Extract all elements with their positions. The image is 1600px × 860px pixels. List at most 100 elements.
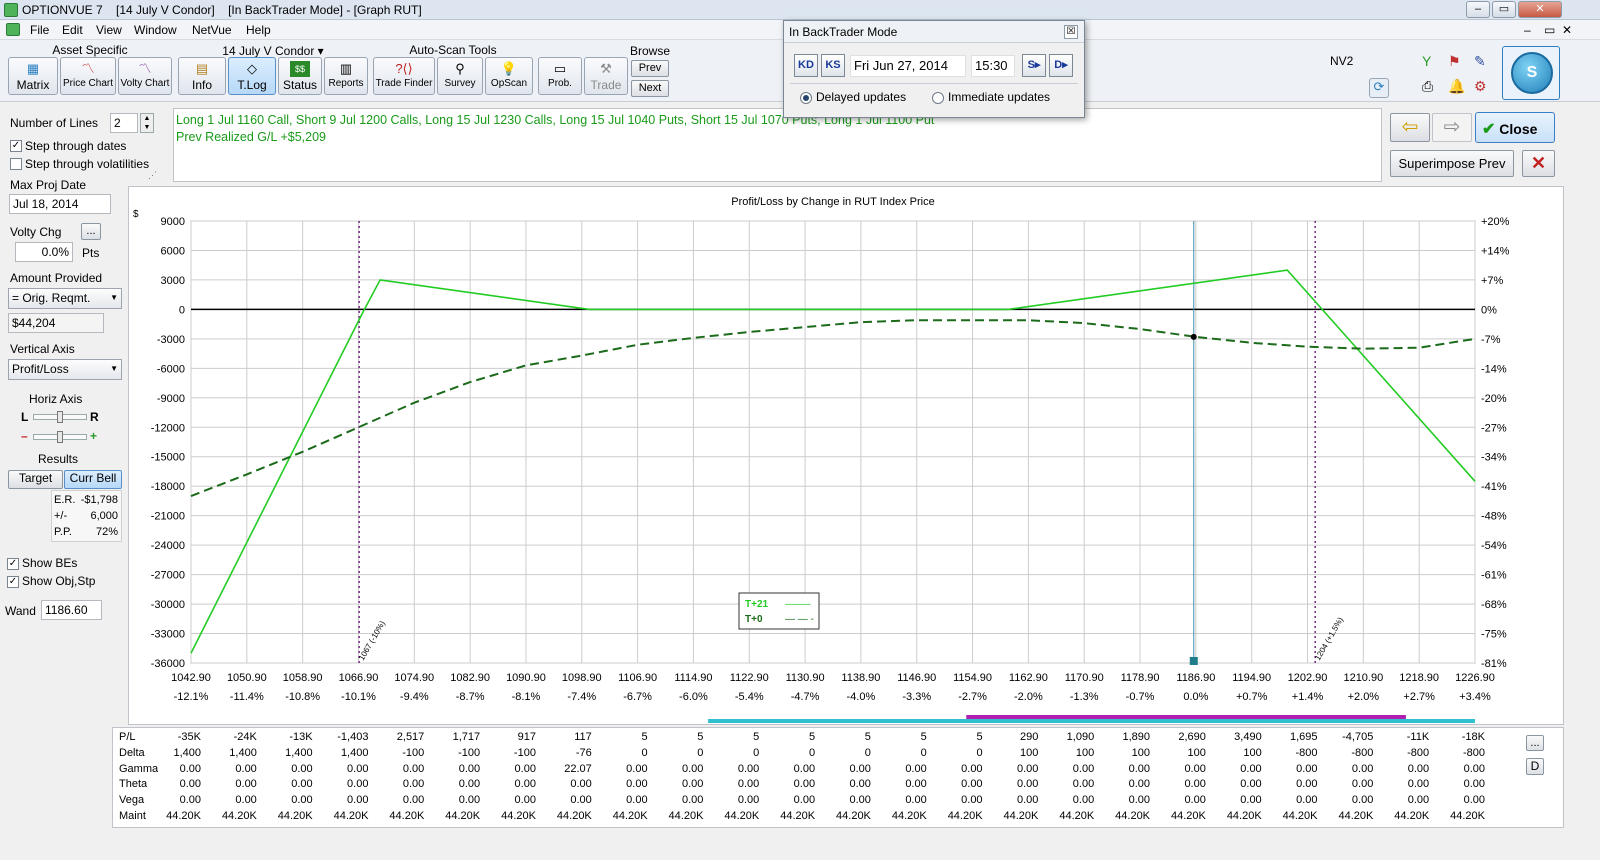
backtrader-time-field[interactable]: 15:30 — [971, 55, 1015, 77]
table-cell: 0 — [864, 746, 871, 759]
number-of-lines-spinner[interactable]: ▲ ▼ — [140, 113, 154, 133]
menu-help[interactable]: Help — [246, 23, 271, 37]
x-pct-label: -4.0% — [847, 691, 876, 703]
x-pct-label: -6.0% — [679, 691, 708, 703]
slider-thumb[interactable] — [57, 431, 63, 443]
printer-icon[interactable]: ⎙ — [1422, 78, 1433, 95]
table-cell: 0.00 — [682, 794, 704, 807]
forward-session-button[interactable]: S▸ — [1022, 54, 1046, 77]
max-proj-date-input[interactable]: Jul 18, 2014 — [9, 194, 111, 214]
back-session-button[interactable]: KS — [821, 54, 845, 77]
menu-netvue[interactable]: NetVue — [192, 23, 232, 37]
survey-button[interactable]: ⚲ Survey — [437, 57, 483, 95]
x-pct-label: -10.1% — [341, 691, 376, 703]
x-tick-label: 1074.90 — [394, 672, 434, 684]
info-button[interactable]: ▤ Info — [178, 57, 226, 95]
zoom-out-icon: – — [21, 429, 28, 443]
menu-view[interactable]: View — [96, 23, 122, 37]
browse-next-button[interactable]: Next — [631, 80, 669, 97]
target-button[interactable]: Target — [8, 470, 63, 489]
wand-input[interactable]: 1186.60 — [41, 600, 102, 620]
close-position-button[interactable]: ✔ Close — [1475, 112, 1555, 143]
mdi-close-button[interactable]: ✕ — [1562, 23, 1572, 37]
alert-flag-icon[interactable]: ⚑ — [1448, 53, 1461, 70]
vertical-axis-select[interactable]: Profit/Loss — [8, 359, 122, 380]
table-cell: 5 — [976, 731, 983, 743]
dialog-close-button[interactable]: ☒ — [1064, 25, 1078, 39]
x-pct-label: +2.0% — [1348, 691, 1380, 703]
x-pct-label: -1.3% — [1070, 691, 1099, 703]
matrix-button[interactable]: ▦ Matrix — [8, 57, 58, 95]
profit-loss-chart[interactable]: Profit/Loss by Change in RUT Index Price… — [129, 187, 1565, 726]
menu-window[interactable]: Window — [134, 23, 177, 37]
mdi-minimize-button[interactable]: – — [1524, 23, 1531, 37]
table-cell: 0.00 — [1351, 778, 1374, 791]
table-cell: 44.20K — [166, 810, 201, 822]
forward-day-button[interactable]: D▸ — [1049, 54, 1073, 77]
yield-icon[interactable]: Y — [1422, 53, 1431, 69]
backtrader-dialog: In BackTrader Mode ☒ KD KS Fri Jun 27, 2… — [783, 20, 1085, 118]
horiz-axis-pan-slider[interactable] — [33, 411, 87, 423]
reports-button[interactable]: ▥ Reports — [324, 57, 368, 95]
resize-grip-icon[interactable]: ⋰ — [148, 170, 166, 182]
table-d-button[interactable]: D — [1526, 758, 1544, 775]
lightbulb-icon: 💡 — [500, 61, 518, 76]
close-window-button[interactable]: ✕ — [1518, 1, 1562, 18]
table-cell: 0.00 — [1407, 762, 1430, 775]
table-cell: 2,690 — [1178, 731, 1206, 743]
step-dates-checkbox[interactable]: ✓ — [10, 140, 22, 152]
menu-edit[interactable]: Edit — [62, 23, 83, 37]
tlog-button[interactable]: ◇ T.Log — [228, 57, 276, 95]
back-arrow-button[interactable]: ⇦ — [1390, 113, 1430, 142]
y-tick-label: -24000 — [151, 540, 185, 552]
settings-gear-icon[interactable]: ⚙ — [1474, 78, 1487, 95]
curr-bell-button[interactable]: Curr Bell — [64, 470, 122, 489]
browse-prev-button[interactable]: Prev — [631, 60, 669, 77]
back-day-button[interactable]: KD — [794, 54, 818, 77]
probability-button[interactable]: ▭ Prob. — [538, 57, 582, 95]
immediate-updates-radio[interactable] — [932, 92, 944, 104]
slider-thumb[interactable] — [57, 411, 63, 423]
table-cell: 0.00 — [402, 762, 425, 775]
vertical-axis-label: Vertical Axis — [10, 342, 75, 356]
table-cell: 0.00 — [1072, 762, 1095, 775]
table-row-label: Vega — [119, 794, 145, 807]
table-cell: 44.20K — [612, 810, 648, 822]
table-cell: 0.00 — [570, 794, 592, 807]
bell-icon[interactable]: 🔔 — [1448, 78, 1465, 95]
amount-provided-select[interactable]: = Orig. Reqmt. — [8, 288, 122, 309]
horiz-axis-zoom-slider[interactable] — [33, 431, 87, 443]
show-obj-checkbox[interactable]: ✓ — [7, 576, 19, 588]
x-pct-label: -2.7% — [958, 691, 987, 703]
status-button[interactable]: $$ Status — [278, 57, 322, 95]
step-volatilities-checkbox[interactable] — [10, 158, 22, 170]
delayed-updates-radio[interactable] — [800, 92, 812, 104]
price-chart-button[interactable]: 〽 Price Chart — [60, 57, 116, 95]
volty-chg-input[interactable]: 0.0% — [15, 242, 73, 262]
notes-icon[interactable]: ✎ — [1474, 53, 1486, 70]
table-cell: 0.00 — [1184, 762, 1206, 775]
minimize-window-button[interactable]: – — [1466, 1, 1490, 18]
backtrader-date-field[interactable]: Fri Jun 27, 2014 — [850, 55, 966, 77]
opscan-button[interactable]: 💡 OpScan — [485, 57, 533, 95]
plot-frame — [190, 220, 1476, 664]
delete-icon[interactable]: ✕ — [1522, 150, 1555, 177]
number-of-lines-input[interactable]: 2 — [110, 113, 138, 133]
step-dates-label: Step through dates — [25, 139, 127, 153]
volty-chart-button[interactable]: 〽 Volty Chart — [118, 57, 172, 95]
superimpose-prev-button[interactable]: Superimpose Prev — [1390, 150, 1514, 177]
volty-chg-button[interactable]: ... — [81, 223, 101, 240]
table-more-button[interactable]: ... — [1526, 735, 1544, 751]
x-pct-label: -0.7% — [1126, 691, 1155, 703]
show-bes-checkbox[interactable]: ✓ — [7, 558, 19, 570]
x-pct-label: -11.4% — [230, 691, 264, 703]
trade-finder-button[interactable]: ?⟨⟩ Trade Finder — [373, 57, 435, 95]
mdi-restore-button[interactable]: ▭ — [1544, 23, 1555, 37]
report-icon: ▥ — [339, 61, 353, 76]
table-cell: 917 — [517, 731, 536, 743]
menu-file[interactable]: File — [30, 23, 49, 37]
refresh-icon[interactable]: ⟳ — [1369, 78, 1389, 98]
table-cell: 0.00 — [961, 778, 983, 791]
maximize-window-button[interactable]: ▭ — [1492, 1, 1516, 18]
status-orb-panel[interactable]: S — [1502, 46, 1560, 100]
